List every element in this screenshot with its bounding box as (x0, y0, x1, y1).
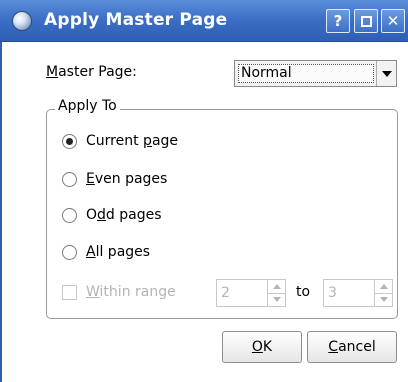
spin-up-button[interactable] (268, 280, 285, 294)
arrow-up-icon (272, 283, 281, 289)
within-range-checkbox[interactable] (62, 284, 77, 300)
close-icon: ✕ (386, 12, 400, 30)
radio-selected-dot (66, 137, 73, 145)
window-border (0, 42, 2, 382)
range-to-spinbox[interactable]: 3 (323, 279, 393, 307)
range-from-spinbox[interactable]: 2 (216, 279, 286, 307)
spin-down-button[interactable] (268, 294, 285, 307)
maximize-button[interactable] (354, 9, 378, 33)
radio-button[interactable] (62, 171, 77, 187)
range-from-value: 2 (221, 285, 230, 301)
apply-master-page-dialog: Apply Master Page ? ✕ Master Page: Norma… (0, 0, 408, 382)
spin-up-button[interactable] (375, 280, 392, 294)
help-button[interactable]: ? (326, 9, 350, 33)
maximize-icon (360, 15, 372, 27)
spin-buttons (374, 280, 392, 306)
radio-button[interactable] (62, 133, 77, 149)
radio-all-pages[interactable]: All pages (62, 244, 150, 260)
ok-button[interactable]: OK (222, 331, 302, 363)
spin-buttons (267, 280, 285, 306)
within-range-checkbox-row[interactable]: Within range (62, 284, 176, 300)
dropdown-button[interactable] (376, 61, 396, 86)
apply-to-group-title: Apply To (55, 98, 120, 114)
radio-label: All pages (86, 244, 151, 260)
master-page-label: Master Page: (46, 64, 137, 80)
master-page-select-value: Normal (238, 64, 374, 83)
cancel-button-label: Cancel (328, 339, 376, 355)
radio-button[interactable] (62, 244, 77, 260)
radio-label: Odd pages (86, 207, 162, 223)
radio-label: Current page (86, 133, 179, 149)
within-range-label: Within range (86, 284, 176, 300)
radio-odd-pages[interactable]: Odd pages (62, 207, 162, 223)
arrow-down-icon (379, 297, 388, 303)
help-icon: ? (333, 12, 343, 30)
window-title: Apply Master Page (44, 10, 228, 30)
radio-button[interactable] (62, 207, 77, 223)
radio-current-page[interactable]: Current page (62, 133, 178, 149)
master-page-select[interactable]: Normal (234, 60, 397, 87)
spin-down-button[interactable] (375, 294, 392, 307)
ok-button-label: OK (251, 339, 273, 355)
radio-label: Even pages (86, 171, 168, 187)
arrow-up-icon (379, 283, 388, 289)
close-button[interactable]: ✕ (381, 9, 405, 33)
range-to-label: to (296, 284, 311, 300)
radio-even-pages[interactable]: Even pages (62, 171, 167, 187)
range-to-value: 3 (328, 285, 337, 301)
app-globe-icon[interactable] (12, 11, 32, 31)
cancel-button[interactable]: Cancel (307, 331, 397, 363)
chevron-down-icon (381, 70, 392, 77)
title-bar[interactable]: Apply Master Page ? ✕ (0, 0, 408, 42)
arrow-down-icon (272, 297, 281, 303)
